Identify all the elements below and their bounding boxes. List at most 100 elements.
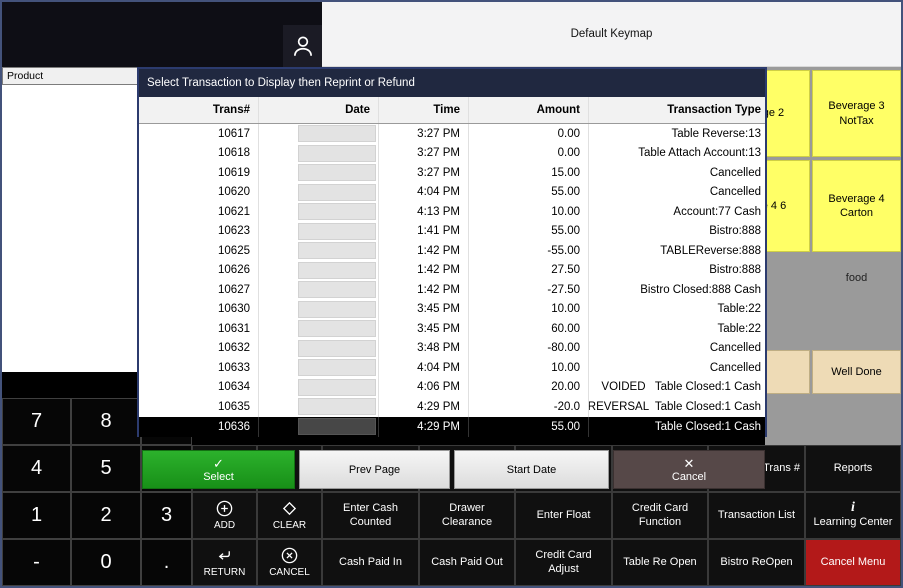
table-row[interactable]: 10633 4:04 PM 10.00 Cancelled [139, 358, 765, 378]
table-row[interactable]: 10634 4:06 PM 20.00 VOIDED Table Closed:… [139, 378, 765, 398]
enter-cash-counted-button[interactable]: Enter Cash Counted [322, 492, 419, 539]
cell-time: 3:27 PM [379, 163, 469, 183]
key-3[interactable]: 3 [141, 492, 192, 539]
table-re-open-button[interactable]: Table Re Open [612, 539, 708, 586]
key-dot[interactable]: . [141, 539, 192, 586]
product-list-panel[interactable] [2, 85, 140, 372]
well-done-button[interactable]: Well Done [812, 350, 901, 394]
cell-amount: -80.00 [469, 339, 589, 359]
start-date-label: Start Date [507, 464, 557, 476]
cell-date [259, 183, 379, 203]
col-amount: Amount [469, 97, 589, 123]
key-5[interactable]: 5 [71, 445, 141, 492]
table-row[interactable]: 10632 3:48 PM -80.00 Cancelled [139, 339, 765, 359]
key-4[interactable]: 4 [2, 445, 71, 492]
cash-paid-in-button[interactable]: Cash Paid In [322, 539, 419, 586]
cell-type: Table Closed:1 Cash [589, 417, 765, 437]
return-label: RETURN [204, 567, 246, 580]
transaction-list-button[interactable]: Transaction List [708, 492, 805, 539]
cell-type: TABLEReverse:888 [589, 241, 765, 261]
table-row[interactable]: 10626 1:42 PM 27.50 Bistro:888 [139, 261, 765, 281]
person-icon [290, 32, 316, 60]
user-icon[interactable] [283, 25, 322, 67]
cancel-menu-button[interactable]: Cancel Menu [805, 539, 901, 586]
date-redacted [298, 145, 376, 162]
table-row[interactable]: 10627 1:42 PM -27.50 Bistro Closed:888 C… [139, 280, 765, 300]
cell-time: 3:27 PM [379, 124, 469, 144]
key-8[interactable]: 8 [71, 398, 141, 445]
credit-card-function-button[interactable]: Credit Card Function [612, 492, 708, 539]
beverage-4-carton-button[interactable]: Beverage 4 Carton [812, 160, 901, 252]
table-row[interactable]: 10631 3:45 PM 60.00 Table:22 [139, 319, 765, 339]
table-row[interactable]: 10621 4:13 PM 10.00 Account:77 Cash [139, 202, 765, 222]
table-row[interactable]: 10618 3:27 PM 0.00 Table Attach Account:… [139, 144, 765, 164]
pos-screen: Default Keymap Product Beverage 2 Bevera… [0, 0, 903, 588]
learning-center-button[interactable]: i Learning Center [805, 492, 901, 539]
cell-type: Cancelled [589, 163, 765, 183]
cell-amount: 60.00 [469, 319, 589, 339]
table-row[interactable]: 10619 3:27 PM 15.00 Cancelled [139, 163, 765, 183]
cell-time: 4:13 PM [379, 202, 469, 222]
cell-date [259, 397, 379, 417]
cell-amount: 20.00 [469, 378, 589, 398]
prev-page-button[interactable]: Prev Page [299, 450, 450, 489]
cell-trans: 10626 [139, 261, 259, 281]
cell-type: Table Attach Account:13 [589, 144, 765, 164]
key-1[interactable]: 1 [2, 492, 71, 539]
cell-amount: 10.00 [469, 202, 589, 222]
key-7[interactable]: 7 [2, 398, 71, 445]
cell-type: VOIDED Table Closed:1 Cash [589, 378, 765, 398]
cell-type: Bistro Closed:888 Cash [589, 280, 765, 300]
cell-type: Bistro:888 [589, 261, 765, 281]
beverage-3-nottax-button[interactable]: Beverage 3 NotTax [812, 70, 901, 157]
key-0[interactable]: 0 [71, 539, 141, 586]
add-button[interactable]: ADD [192, 492, 257, 539]
cancel-key-button[interactable]: CANCEL [257, 539, 322, 586]
cell-time: 1:42 PM [379, 241, 469, 261]
table-row[interactable]: 10623 1:41 PM 55.00 Bistro:888 [139, 222, 765, 242]
key-minus[interactable]: - [2, 539, 71, 586]
cell-amount: 55.00 [469, 222, 589, 242]
cell-date [259, 339, 379, 359]
date-redacted [298, 379, 376, 396]
table-row[interactable]: 10635 4:29 PM -20.0 REVERSAL Table Close… [139, 397, 765, 417]
drawer-clearance-button[interactable]: Drawer Clearance [419, 492, 515, 539]
col-trans: Trans# [139, 97, 259, 123]
dialog-cancel-button[interactable]: ✕ Cancel [613, 450, 765, 489]
enter-float-button[interactable]: Enter Float [515, 492, 612, 539]
credit-card-adjust-button[interactable]: Credit Card Adjust [515, 539, 612, 586]
clear-label: CLEAR [273, 520, 306, 533]
table-row[interactable]: 10617 3:27 PM 0.00 Table Reverse:13 [139, 124, 765, 144]
cell-time: 4:29 PM [379, 397, 469, 417]
key-2[interactable]: 2 [71, 492, 141, 539]
table-row-selected[interactable]: 10636 4:29 PM 55.00 Table Closed:1 Cash [139, 417, 765, 437]
cell-date [259, 280, 379, 300]
cell-time: 4:04 PM [379, 358, 469, 378]
bistro-reopen-button[interactable]: Bistro ReOpen [708, 539, 805, 586]
cell-type: Bistro:888 [589, 222, 765, 242]
cell-trans: 10625 [139, 241, 259, 261]
table-row[interactable]: 10625 1:42 PM -55.00 TABLEReverse:888 [139, 241, 765, 261]
cell-amount: 10.00 [469, 300, 589, 320]
cell-amount: 10.00 [469, 358, 589, 378]
return-button[interactable]: RETURN [192, 539, 257, 586]
food-label: food [812, 268, 901, 288]
cancel-key-label: CANCEL [269, 567, 310, 580]
date-redacted [298, 418, 376, 435]
table-row[interactable]: 10630 3:45 PM 10.00 Table:22 [139, 300, 765, 320]
product-header: Product [2, 67, 140, 85]
cell-trans: 10618 [139, 144, 259, 164]
cell-trans: 10617 [139, 124, 259, 144]
cell-time: 4:04 PM [379, 183, 469, 203]
eraser-icon [280, 499, 299, 518]
cell-trans: 10627 [139, 280, 259, 300]
cell-date [259, 319, 379, 339]
start-date-button[interactable]: Start Date [454, 450, 609, 489]
cell-trans: 10631 [139, 319, 259, 339]
clear-button[interactable]: CLEAR [257, 492, 322, 539]
cell-time: 1:41 PM [379, 222, 469, 242]
select-button[interactable]: ✓ Select [142, 450, 295, 489]
table-row[interactable]: 10620 4:04 PM 55.00 Cancelled [139, 183, 765, 203]
reports-button[interactable]: Reports [805, 445, 901, 492]
cash-paid-out-button[interactable]: Cash Paid Out [419, 539, 515, 586]
